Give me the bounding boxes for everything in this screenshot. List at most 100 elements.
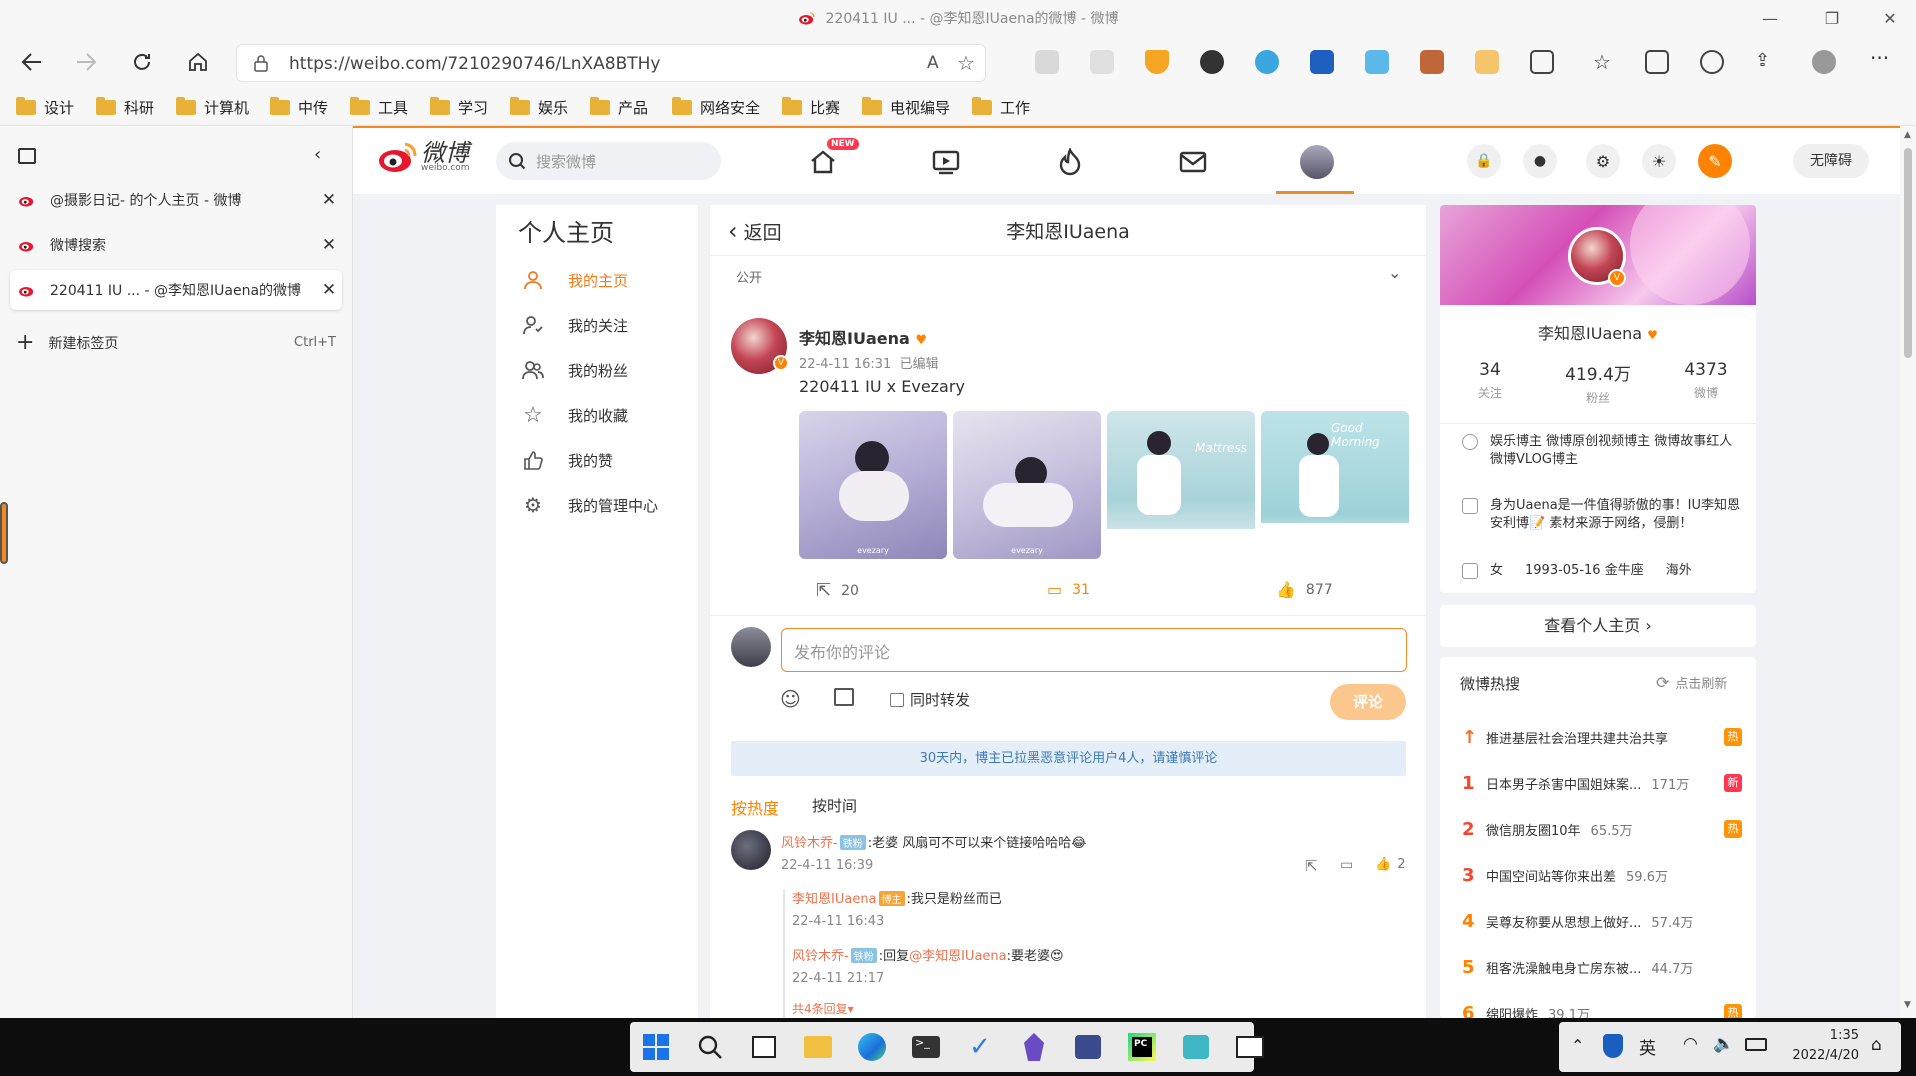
menu-item-following[interactable]: 我的关注 — [520, 312, 628, 338]
forward-button[interactable] — [68, 44, 104, 80]
screen-app-button[interactable] — [1232, 1029, 1268, 1065]
reply-user[interactable]: 李知恩IUaena — [792, 892, 877, 907]
todo-button[interactable]: ✓ — [962, 1029, 998, 1065]
hot-item[interactable]: 3 中国空间站等你来出差 59.6万 — [1462, 865, 1742, 886]
more-menu-icon[interactable]: ··· — [1870, 48, 1894, 74]
home-button[interactable] — [180, 44, 216, 80]
address-bar[interactable]: https://weibo.com/7210290746/LnXA8BTHy A… — [236, 44, 986, 82]
picture-extension-icon[interactable] — [1420, 50, 1444, 74]
bookmark-folder[interactable]: 电视编导 — [862, 97, 950, 118]
accessibility-button[interactable]: 无障碍 — [1793, 144, 1869, 178]
bookmark-extension-icon[interactable] — [1310, 50, 1334, 74]
post-image[interactable]: Good Morning — [1261, 411, 1409, 559]
image-upload-icon[interactable] — [834, 688, 854, 706]
edge-button[interactable] — [854, 1029, 890, 1065]
file-explorer-button[interactable] — [800, 1029, 836, 1065]
hot-item[interactable]: 4 吴尊友称要从思想上做好... 57.4万 — [1462, 911, 1742, 932]
submit-comment-button[interactable]: 评论 — [1330, 684, 1406, 720]
tab-item[interactable]: 微博搜索 ✕ — [10, 225, 342, 265]
profile-avatar[interactable] — [1812, 50, 1836, 74]
stat-posts[interactable]: 4373 微博 — [1656, 360, 1756, 401]
pycharm-button[interactable]: PC — [1124, 1029, 1160, 1065]
page-scrollbar[interactable]: ▲ ▼ — [1900, 126, 1916, 1018]
wifi-icon[interactable]: ◠ — [1683, 1034, 1698, 1054]
bookmark-folder[interactable]: 娱乐 — [510, 97, 568, 118]
bookmark-folder[interactable]: 计算机 — [176, 97, 249, 118]
nav-profile-button[interactable] — [1299, 144, 1335, 180]
chevron-up-icon[interactable]: ⌃ — [1571, 1036, 1584, 1055]
like-button[interactable]: 👍 877 — [1276, 580, 1333, 599]
commenter-avatar[interactable] — [731, 830, 771, 870]
nav-home-button[interactable]: NEW — [805, 138, 859, 180]
emoji-icon[interactable]: ☺ — [780, 687, 801, 711]
bookmark-folder[interactable]: 学习 — [430, 97, 488, 118]
cat-app-button[interactable] — [1070, 1029, 1106, 1065]
bookmark-folder[interactable]: 科研 — [96, 97, 154, 118]
performance-icon[interactable] — [1700, 50, 1724, 74]
game-button[interactable]: ● — [1523, 144, 1557, 178]
clock[interactable]: 1:35 2022/4/20 — [1779, 1026, 1859, 1066]
task-view-button[interactable] — [746, 1029, 782, 1065]
weibo-logo[interactable]: 微博 weibo.com — [377, 140, 470, 174]
menu-item-manage[interactable]: ⚙ 我的管理中心 — [520, 492, 658, 518]
input-language[interactable]: 英 — [1639, 1034, 1656, 1059]
tab-item[interactable]: @摄影日记- 的个人主页 - 微博 ✕ — [10, 180, 342, 220]
close-window-button[interactable]: ✕ — [1862, 0, 1916, 36]
scrollbar-thumb[interactable] — [1904, 148, 1912, 358]
repost-button[interactable]: ⇱ 20 — [816, 580, 859, 601]
view-profile-link[interactable]: 查看个人主页 › — [1440, 605, 1756, 647]
reload-button[interactable] — [124, 44, 160, 80]
extension-icon[interactable] — [1035, 50, 1059, 74]
battery-icon[interactable] — [1745, 1038, 1767, 1051]
n-extension-icon[interactable] — [1200, 50, 1224, 74]
bookmark-folder[interactable]: 产品 — [590, 97, 648, 118]
app-button[interactable] — [1178, 1029, 1214, 1065]
chevron-down-icon[interactable]: ⌄ — [1388, 263, 1401, 282]
comment-input[interactable]: 发布你的评论 — [781, 628, 1407, 672]
scroll-up-icon[interactable]: ▲ — [1904, 130, 1911, 140]
tab-item-active[interactable]: 220411 IU ... - @李知恩IUaena的微博 ✕ — [10, 270, 342, 310]
menu-item-likes[interactable]: 我的赞 — [520, 447, 613, 473]
reply-icon[interactable]: ▭ — [1340, 857, 1353, 873]
read-aloud-icon[interactable]: A — [927, 53, 939, 73]
start-button[interactable] — [638, 1029, 674, 1065]
notification-icon[interactable]: ⌂ — [1871, 1035, 1882, 1055]
back-button[interactable] — [14, 44, 50, 80]
hot-item[interactable]: 5 租客洗澡触电身亡房东被... 44.7万 — [1462, 957, 1742, 978]
menu-item-my-home[interactable]: 我的主页 — [520, 267, 628, 293]
nav-message-button[interactable] — [1175, 144, 1211, 180]
shield-extension-icon[interactable] — [1255, 50, 1279, 74]
refresh-button[interactable]: ⟳ 点击刷新 — [1656, 673, 1727, 692]
close-tab-icon[interactable]: ✕ — [316, 235, 342, 255]
theme-button[interactable]: ☀ — [1642, 144, 1676, 178]
mention-link[interactable]: @李知恩IUaena — [909, 949, 1007, 964]
bookmark-folder[interactable]: 工作 — [972, 97, 1030, 118]
puzzle-icon[interactable] — [1530, 50, 1554, 74]
reader-icon[interactable] — [1090, 50, 1114, 74]
menu-item-favorites[interactable]: ☆ 我的收藏 — [520, 402, 628, 428]
stat-following[interactable]: 34 关注 — [1440, 360, 1540, 401]
lock-screen-button[interactable]: 🔒 — [1467, 144, 1501, 178]
resize-handle[interactable] — [0, 502, 8, 564]
comment-button[interactable]: ▭ 31 — [1047, 580, 1090, 599]
search-taskbar-button[interactable] — [692, 1029, 728, 1065]
bookmark-folder[interactable]: 设计 — [16, 97, 74, 118]
tab-actions-icon[interactable] — [18, 148, 36, 164]
author-name[interactable]: 李知恩IUaena ♥ — [799, 325, 927, 349]
new-tab-button[interactable]: + 新建标签页 Ctrl+T — [16, 330, 336, 355]
sort-time-tab[interactable]: 按时间 — [812, 795, 857, 816]
brave-shield-icon[interactable] — [1145, 50, 1169, 74]
post-image[interactable]: Mattress — [1107, 411, 1255, 559]
volume-icon[interactable]: 🔈 — [1713, 1034, 1734, 1054]
obsidian-button[interactable] — [1016, 1029, 1052, 1065]
hot-item[interactable]: 1 日本男子杀害中国姐妹案... 171万新 — [1462, 773, 1742, 794]
weibo-search-input[interactable]: 搜索微博 — [496, 142, 721, 180]
post-time[interactable]: 22-4-11 16:31 — [799, 357, 891, 372]
share-icon[interactable]: ⇪ — [1755, 50, 1779, 74]
collapse-panel-icon[interactable]: ‹ — [314, 144, 321, 165]
hot-item[interactable]: 2 微信朋友圈10年 65.5万热 — [1462, 819, 1742, 840]
settings-button[interactable]: ⚙ — [1586, 144, 1620, 178]
bookmark-folder[interactable]: 网络安全 — [672, 97, 760, 118]
bookmark-folder[interactable]: 比赛 — [782, 97, 840, 118]
more-replies-link[interactable]: 共4条回复▾ — [792, 1000, 854, 1017]
